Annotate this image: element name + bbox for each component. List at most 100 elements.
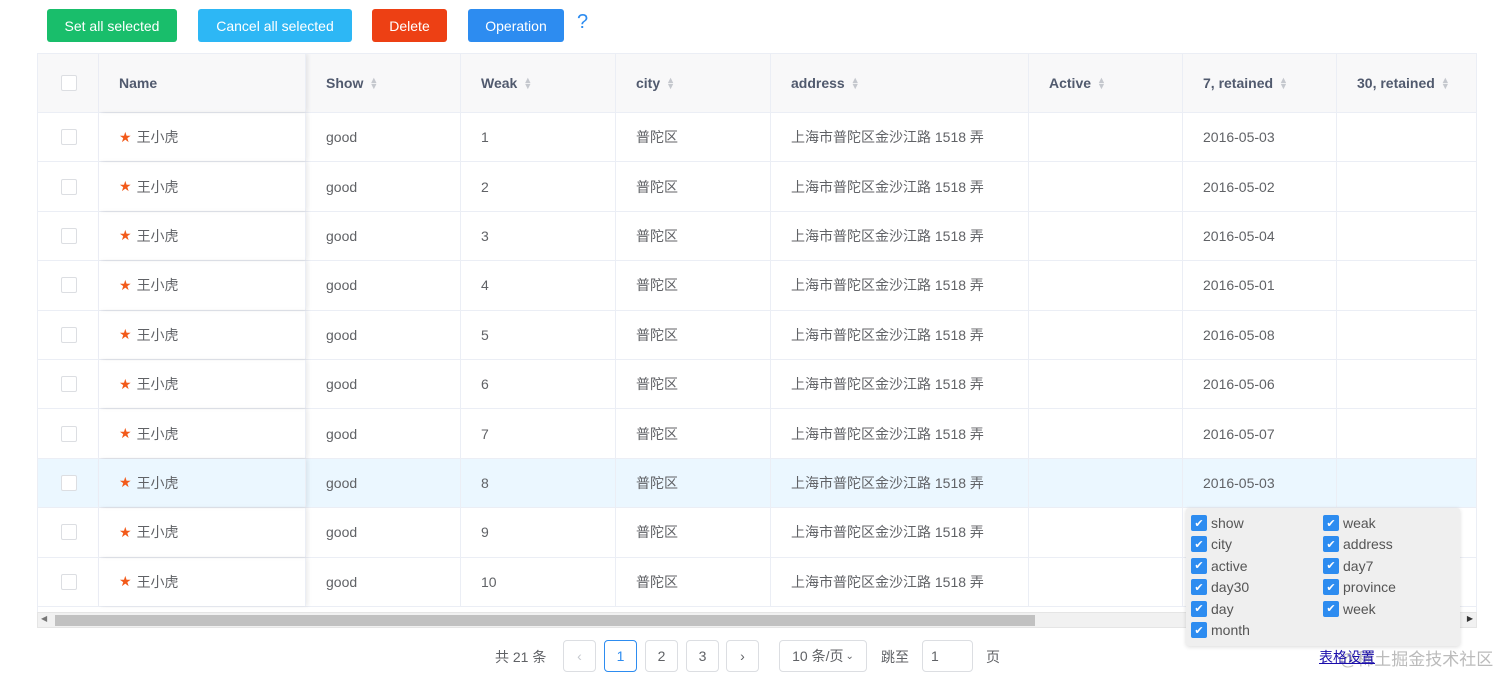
sort-icon[interactable]: ▲ ▼ [369,76,378,91]
row-checkbox[interactable] [61,227,77,244]
cell-text: 王小虎 [136,277,179,294]
table-row[interactable]: ★ 王小虎 good 6 普陀区 上海市普陀区金沙江路 1518 弄 2016-05-06 [38,360,1476,410]
scrollbar-thumb[interactable] [55,615,1035,626]
cell-city: 普陀区 [616,508,771,557]
column-option-province[interactable]: ✔ province [1323,579,1396,596]
row-checkbox[interactable] [61,277,77,294]
row-checkbox[interactable] [61,376,77,393]
cancel-all-selected-button[interactable]: Cancel all selected [198,9,352,42]
column-option-day[interactable]: ✔ day [1191,600,1234,617]
checkbox-checked-icon[interactable]: ✔ [1191,515,1207,531]
column-option-day7[interactable]: ✔ day7 [1323,557,1373,574]
row-checkbox[interactable] [61,178,77,195]
option-label: city [1211,536,1232,553]
row-checkbox[interactable] [61,326,77,343]
cell-day7: 2016-05-06 [1183,360,1337,409]
column-title: Weak [481,75,518,91]
cell-day30 [1337,311,1476,359]
next-page-button[interactable]: › [726,640,759,672]
page-2[interactable]: 2 [645,640,678,672]
table-row[interactable]: ★ 王小虎 good 3 普陀区 上海市普陀区金沙江路 1518 弄 2016-05-04 [38,211,1476,262]
header-30-retained[interactable]: 30, retained ▲ ▼ [1337,54,1476,112]
cell-text: 10 [481,573,497,590]
delete-button[interactable]: Delete [372,9,447,42]
sort-icon[interactable]: ▲ ▼ [523,76,532,91]
sort-icon[interactable]: ▲ ▼ [851,76,860,91]
table-row[interactable]: ★ 王小虎 good 8 普陀区 上海市普陀区金沙江路 1518 弄 2016-05-03 [38,458,1476,509]
checkbox-checked-icon[interactable]: ✔ [1323,515,1339,531]
checkbox-cell [38,508,99,557]
column-option-month[interactable]: ✔ month [1191,622,1250,638]
header-show[interactable]: Show ▲ ▼ [306,54,461,112]
page-size-select[interactable]: 10 条/页 ⌄ [779,640,867,672]
table-row[interactable]: ★ 王小虎 good 4 普陀区 上海市普陀区金沙江路 1518 弄 2016-05-01 [38,261,1476,311]
column-option-day30[interactable]: ✔ day30 [1191,579,1250,596]
cell-address: 上海市普陀区金沙江路 1518 弄 [771,557,1029,606]
cell-text: 2016-05-01 [1203,277,1275,294]
row-checkbox[interactable] [61,524,77,541]
header-7-retained[interactable]: 7, retained ▲ ▼ [1183,54,1337,112]
scroll-left-icon[interactable]: ◀ [41,614,47,623]
column-option-show[interactable]: ✔ show [1191,515,1244,531]
table-row[interactable]: ★ 王小虎 good 1 普陀区 上海市普陀区金沙江路 1518 弄 2016-05-03 [38,113,1476,163]
option-label: show [1211,515,1244,531]
column-option-active[interactable]: ✔ active [1191,557,1248,574]
column-option-city[interactable]: ✔ city [1191,536,1232,553]
select-all-checkbox[interactable] [61,75,77,91]
sort-icon[interactable]: ▲ ▼ [1279,76,1288,91]
cell-text: 上海市普陀区金沙江路 1518 弄 [791,178,984,195]
operation-button[interactable]: Operation [468,9,564,42]
cell-city: 普陀区 [616,360,771,409]
column-option-week[interactable]: ✔ week [1323,600,1376,617]
help-icon[interactable]: ? [577,11,588,34]
option-label: active [1211,557,1248,574]
table-row[interactable]: ★ 王小虎 good 5 普陀区 上海市普陀区金沙江路 1518 弄 2016-05-08 [38,310,1476,360]
row-checkbox[interactable] [61,129,77,146]
sort-icon[interactable]: ▲ ▼ [666,76,675,91]
page-3[interactable]: 3 [686,640,719,672]
prev-page-button[interactable]: ‹ [563,640,596,672]
table-row[interactable]: ★ 王小虎 good 7 普陀区 上海市普陀区金沙江路 1518 弄 2016-05-07 [38,409,1476,459]
checkbox-checked-icon[interactable]: ✔ [1191,622,1207,638]
row-checkbox[interactable] [61,474,77,491]
header-address[interactable]: address ▲ ▼ [771,54,1029,112]
cell-day7: 2016-05-03 [1183,113,1337,162]
cell-show: good [306,508,461,557]
sort-icon[interactable]: ▲ ▼ [1097,76,1106,91]
set-all-selected-button[interactable]: Set all selected [47,9,177,42]
row-checkbox[interactable] [61,425,77,442]
table-settings-link[interactable]: 表格设置 [1319,647,1375,667]
column-option-address[interactable]: ✔ address [1323,536,1393,553]
page-size-value: 10 条/页 [792,648,844,664]
row-checkbox[interactable] [61,573,77,590]
checkbox-checked-icon[interactable]: ✔ [1191,536,1207,553]
checkbox-checked-icon[interactable]: ✔ [1191,579,1207,596]
column-title: 7, retained [1203,75,1274,91]
column-title: address [791,75,845,91]
checkbox-checked-icon[interactable]: ✔ [1323,579,1339,596]
cell-show: good [306,261,461,310]
cell-text: 3 [481,227,489,244]
checkbox-checked-icon[interactable]: ✔ [1323,536,1339,553]
checkbox-cell [38,310,99,359]
cell-day30 [1337,162,1476,210]
header-weak[interactable]: Weak ▲ ▼ [461,54,616,112]
column-option-weak[interactable]: ✔ weak [1323,515,1376,531]
page-1[interactable]: 1 [604,640,637,672]
checkbox-checked-icon[interactable]: ✔ [1323,600,1339,617]
cell-weak: 10 [461,557,616,606]
checkbox-checked-icon[interactable]: ✔ [1191,600,1207,617]
table-row[interactable]: ★ 王小虎 good 2 普陀区 上海市普陀区金沙江路 1518 弄 2016-05-02 [38,162,1476,212]
header-active[interactable]: Active ▲ ▼ [1029,54,1183,112]
option-label: day30 [1211,579,1250,596]
cell-day7: 2016-05-02 [1183,162,1337,211]
cell-name: ★ 王小虎 [99,409,306,458]
cell-address: 上海市普陀区金沙江路 1518 弄 [771,310,1029,359]
sort-icon[interactable]: ▲ ▼ [1441,76,1450,91]
checkbox-checked-icon[interactable]: ✔ [1191,557,1207,574]
jump-page-input[interactable]: 1 [922,640,973,672]
scroll-right-icon[interactable]: ▶ [1467,614,1473,623]
checkbox-checked-icon[interactable]: ✔ [1323,557,1339,574]
header-city[interactable]: city ▲ ▼ [616,54,771,112]
cell-show: good [306,557,461,606]
